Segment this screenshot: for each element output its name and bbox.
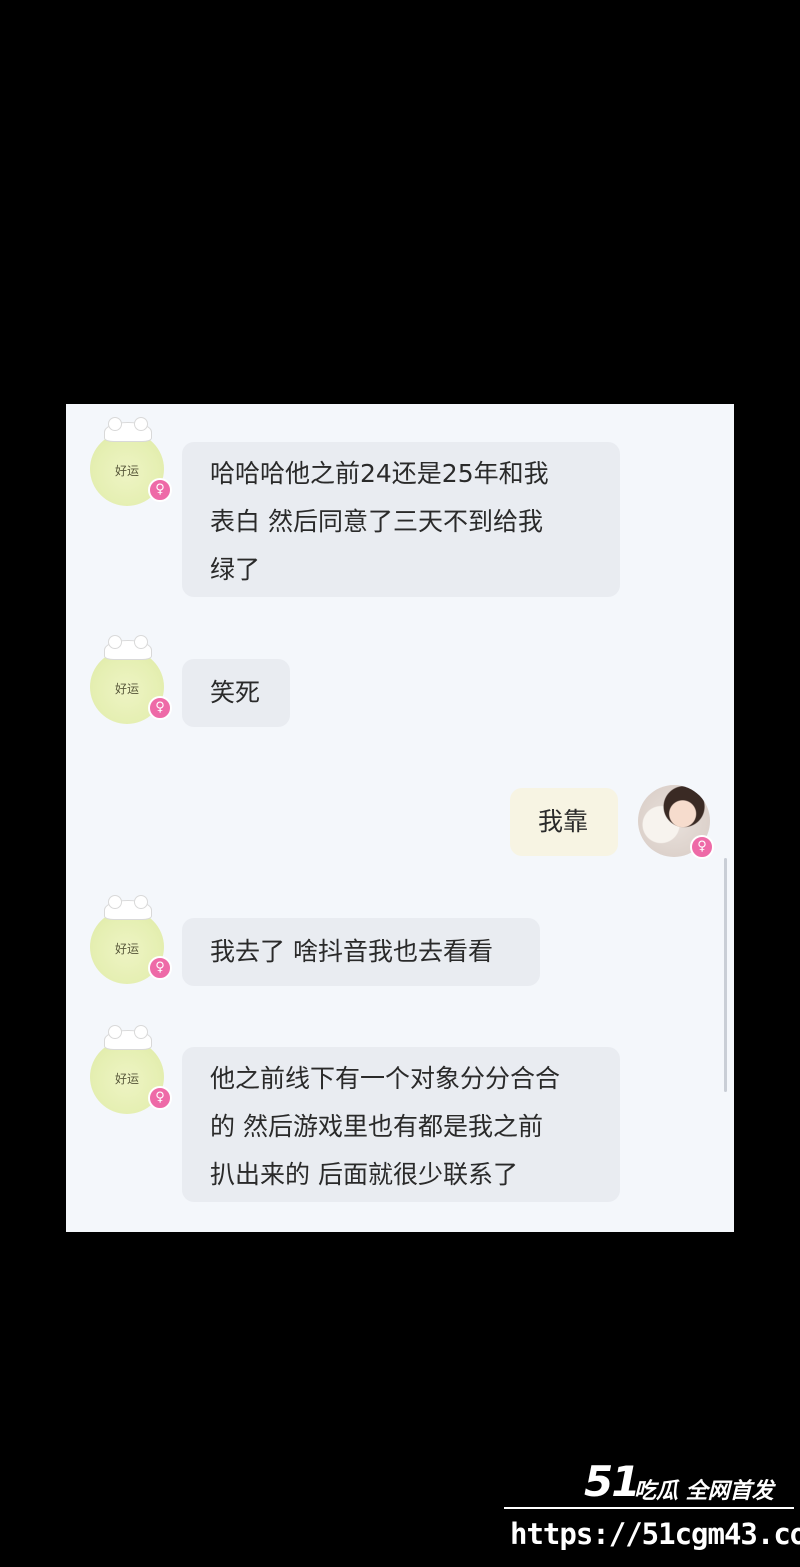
contact-avatar[interactable]: 好运 ♀ [90,417,172,506]
female-icon: ♀ [148,696,172,720]
scrollbar[interactable] [724,858,727,1092]
my-message-bubble[interactable]: 我靠 [510,788,618,856]
watermark-slogan: 吃瓜 全网首发 [634,1479,774,1504]
watermark-logo: 51 [584,1457,640,1506]
message-bubble[interactable]: 哈哈哈他之前24还是25年和我 表白 然后同意了三天不到给我 绿了 [182,442,620,597]
message-bubble[interactable]: 笑死 [182,659,290,727]
avatar-label: 好运 [114,464,139,478]
avatar-ears [104,417,152,442]
avatar-ears [104,635,152,660]
message-bubble[interactable]: 他之前线下有一个对象分分合合 的 然后游戏里也有都是我之前 扒出来的 后面就很少… [182,1047,620,1202]
watermark: 51 吃瓜 全网首发 https://51cgm43.com [500,1455,800,1567]
female-icon: ♀ [148,1086,172,1110]
contact-avatar[interactable]: 好运 ♀ [90,635,172,724]
female-icon: ♀ [148,478,172,502]
female-icon: ♀ [690,835,714,859]
my-avatar[interactable]: ♀ [638,785,714,859]
contact-avatar[interactable]: 好运 ♀ [90,1025,172,1114]
watermark-divider [504,1507,794,1509]
female-icon: ♀ [148,956,172,980]
watermark-url: https://51cgm43.com [510,1517,800,1551]
avatar-label: 好运 [114,682,139,696]
message-bubble[interactable]: 我去了 啥抖音我也去看看 [182,918,540,986]
avatar-label: 好运 [114,1072,139,1086]
avatar-ears [104,895,152,920]
avatar-label: 好运 [114,942,139,956]
avatar-ears [104,1025,152,1050]
contact-avatar[interactable]: 好运 ♀ [90,895,172,984]
